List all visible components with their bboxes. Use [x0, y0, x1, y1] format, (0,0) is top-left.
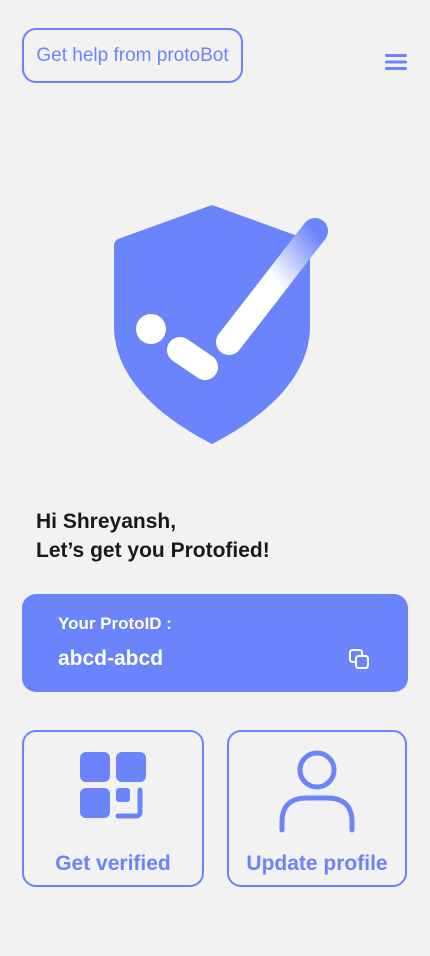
- qr-code-icon: [80, 752, 146, 819]
- greeting-line-1: Hi Shreyansh,: [36, 510, 177, 533]
- shield-check-icon: [114, 205, 328, 444]
- copy-icon: [349, 649, 369, 669]
- proto-id-value: abcd-abcd: [58, 647, 164, 670]
- hero-illustration: [100, 200, 340, 450]
- greeting-text: Hi Shreyansh, Let’s get you Protofied!: [36, 507, 396, 565]
- user-icon: [279, 750, 355, 833]
- protobot-help-button[interactable]: Get help from protoBot: [22, 28, 243, 83]
- protobot-help-label: Get help from protoBot: [36, 44, 229, 66]
- update-profile-button[interactable]: Update profile: [227, 730, 407, 887]
- copy-proto-id-button[interactable]: [346, 646, 374, 674]
- get-verified-label: Get verified: [55, 852, 171, 875]
- greeting-line-2: Let’s get you Protofied!: [36, 539, 270, 562]
- update-profile-label: Update profile: [246, 852, 388, 875]
- menu-button[interactable]: [382, 48, 410, 76]
- get-verified-button[interactable]: Get verified: [22, 730, 204, 887]
- hamburger-menu-icon: [385, 54, 407, 70]
- proto-id-card: Your ProtoID : abcd-abcd: [22, 594, 408, 692]
- proto-id-label: Your ProtoID :: [58, 614, 172, 633]
